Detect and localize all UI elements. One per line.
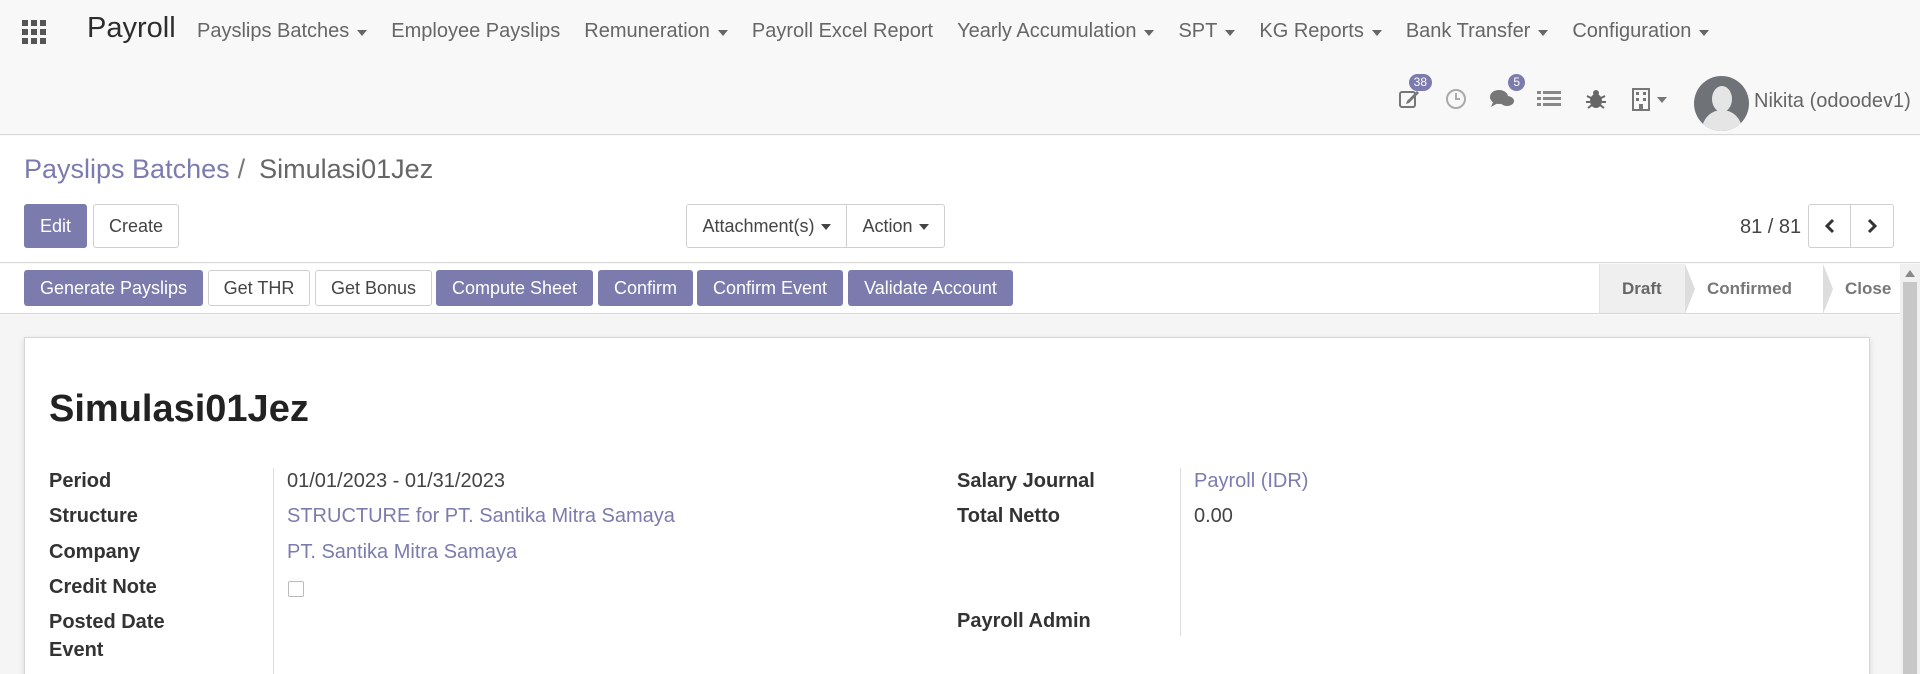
company-link[interactable]: PT. Santika Mitra Samaya xyxy=(287,541,517,564)
messages-badge: 5 xyxy=(1508,74,1525,91)
generate-payslips-button[interactable]: Generate Payslips xyxy=(24,270,203,306)
control-panel: Payslips Batches / Simulasi01Jez Edit Cr… xyxy=(0,136,1920,263)
status-stages: Draft Confirmed Close xyxy=(1599,264,1920,314)
pager-next-button[interactable] xyxy=(1850,204,1894,248)
menu-remuneration[interactable]: Remuneration xyxy=(584,20,728,43)
posted-date-event-label: Posted Date Event xyxy=(49,611,165,661)
total-netto-value: 0.00 xyxy=(1194,505,1233,527)
menu-configuration[interactable]: Configuration xyxy=(1572,20,1710,43)
caret-down-icon xyxy=(918,224,929,230)
salary-journal-label: Salary Journal xyxy=(957,470,1095,492)
confirm-event-button[interactable]: Confirm Event xyxy=(697,270,843,306)
period-value[interactable]: 01/01/2023 - 01/31/2023 xyxy=(287,470,505,493)
attachments-dropdown[interactable]: Attachment(s) xyxy=(686,204,847,248)
pager-previous-button[interactable] xyxy=(1808,204,1851,248)
validate-account-button[interactable]: Validate Account xyxy=(848,270,1013,306)
form-sheet: Simulasi01Jez Period Structure Company C… xyxy=(24,337,1870,674)
breadcrumb-current: Simulasi01Jez xyxy=(259,154,434,184)
caret-down-icon xyxy=(1225,29,1236,36)
chevron-left-icon xyxy=(1824,218,1834,234)
caret-down-icon xyxy=(1371,29,1382,36)
credit-note-label: Credit Note xyxy=(49,576,157,598)
scroll-up-arrow-icon[interactable] xyxy=(1905,270,1915,277)
bug-icon[interactable] xyxy=(1583,86,1609,112)
breadcrumb: Payslips Batches / Simulasi01Jez xyxy=(24,154,433,185)
apps-grid-icon[interactable] xyxy=(22,20,48,44)
credit-note-checkbox[interactable] xyxy=(288,581,304,597)
caret-down-icon xyxy=(1144,29,1155,36)
breadcrumb-parent-link[interactable]: Payslips Batches xyxy=(24,154,230,185)
systray: 38 5 Nikita (odoodev1) xyxy=(0,74,1920,131)
menu-kg-reports[interactable]: KG Reports xyxy=(1259,20,1382,43)
list-icon[interactable] xyxy=(1536,86,1562,112)
company-switcher-icon[interactable] xyxy=(1630,86,1668,112)
field-separator xyxy=(1180,468,1181,636)
caret-down-icon xyxy=(357,29,368,36)
main-menu: Payslips Batches Employee Payslips Remun… xyxy=(197,20,1733,43)
get-bonus-button[interactable]: Get Bonus xyxy=(315,270,432,306)
payroll-admin-label: Payroll Admin xyxy=(957,610,1091,632)
activity-edit-icon[interactable]: 38 xyxy=(1396,74,1432,112)
caret-down-icon xyxy=(820,224,831,230)
scroll-thumb[interactable] xyxy=(1903,282,1917,674)
form-statusbar: Generate Payslips Get THR Get Bonus Comp… xyxy=(0,264,1920,314)
create-button[interactable]: Create xyxy=(93,204,179,248)
caret-down-icon xyxy=(717,29,728,36)
action-dropdown[interactable]: Action xyxy=(846,204,945,248)
compute-sheet-button[interactable]: Compute Sheet xyxy=(436,270,593,306)
structure-link[interactable]: STRUCTURE for PT. Santika Mitra Samaya xyxy=(287,505,675,528)
salary-journal-link[interactable]: Payroll (IDR) xyxy=(1194,470,1308,493)
menu-yearly-accumulation[interactable]: Yearly Accumulation xyxy=(957,20,1155,43)
user-name[interactable]: Nikita (odoodev1) xyxy=(1754,90,1911,113)
caret-down-icon xyxy=(1657,97,1667,103)
period-label: Period xyxy=(49,470,112,492)
top-navbar: Payroll Payslips Batches Employee Paysli… xyxy=(0,0,1920,135)
company-label: Company xyxy=(49,541,141,563)
menu-employee-payslips[interactable]: Employee Payslips xyxy=(391,20,560,43)
structure-label: Structure xyxy=(49,505,138,527)
chevron-right-icon xyxy=(1867,218,1878,234)
breadcrumb-separator: / xyxy=(237,154,246,184)
get-thr-button[interactable]: Get THR xyxy=(208,270,310,306)
menu-spt[interactable]: SPT xyxy=(1178,20,1236,43)
edit-button[interactable]: Edit xyxy=(24,204,87,248)
field-separator xyxy=(273,468,274,674)
chat-icon[interactable]: 5 xyxy=(1489,74,1525,112)
record-title: Simulasi01Jez xyxy=(49,388,309,430)
avatar[interactable] xyxy=(1694,76,1749,131)
confirm-button[interactable]: Confirm xyxy=(598,270,693,306)
clock-icon[interactable] xyxy=(1443,86,1469,112)
caret-down-icon xyxy=(1538,29,1549,36)
menu-payslips-batches[interactable]: Payslips Batches xyxy=(197,20,368,43)
activities-badge: 38 xyxy=(1408,74,1432,91)
menu-payroll-excel-report[interactable]: Payroll Excel Report xyxy=(752,20,933,43)
caret-down-icon xyxy=(1699,29,1710,36)
pager-value[interactable]: 81 / 81 xyxy=(1740,216,1801,239)
menu-bank-transfer[interactable]: Bank Transfer xyxy=(1406,20,1549,43)
stage-confirmed[interactable]: Confirmed xyxy=(1685,264,1833,314)
scrollbar[interactable] xyxy=(1900,264,1920,674)
total-netto-label: Total Netto xyxy=(957,505,1060,527)
app-title: Payroll xyxy=(87,12,176,44)
stage-draft[interactable]: Draft xyxy=(1600,264,1695,314)
